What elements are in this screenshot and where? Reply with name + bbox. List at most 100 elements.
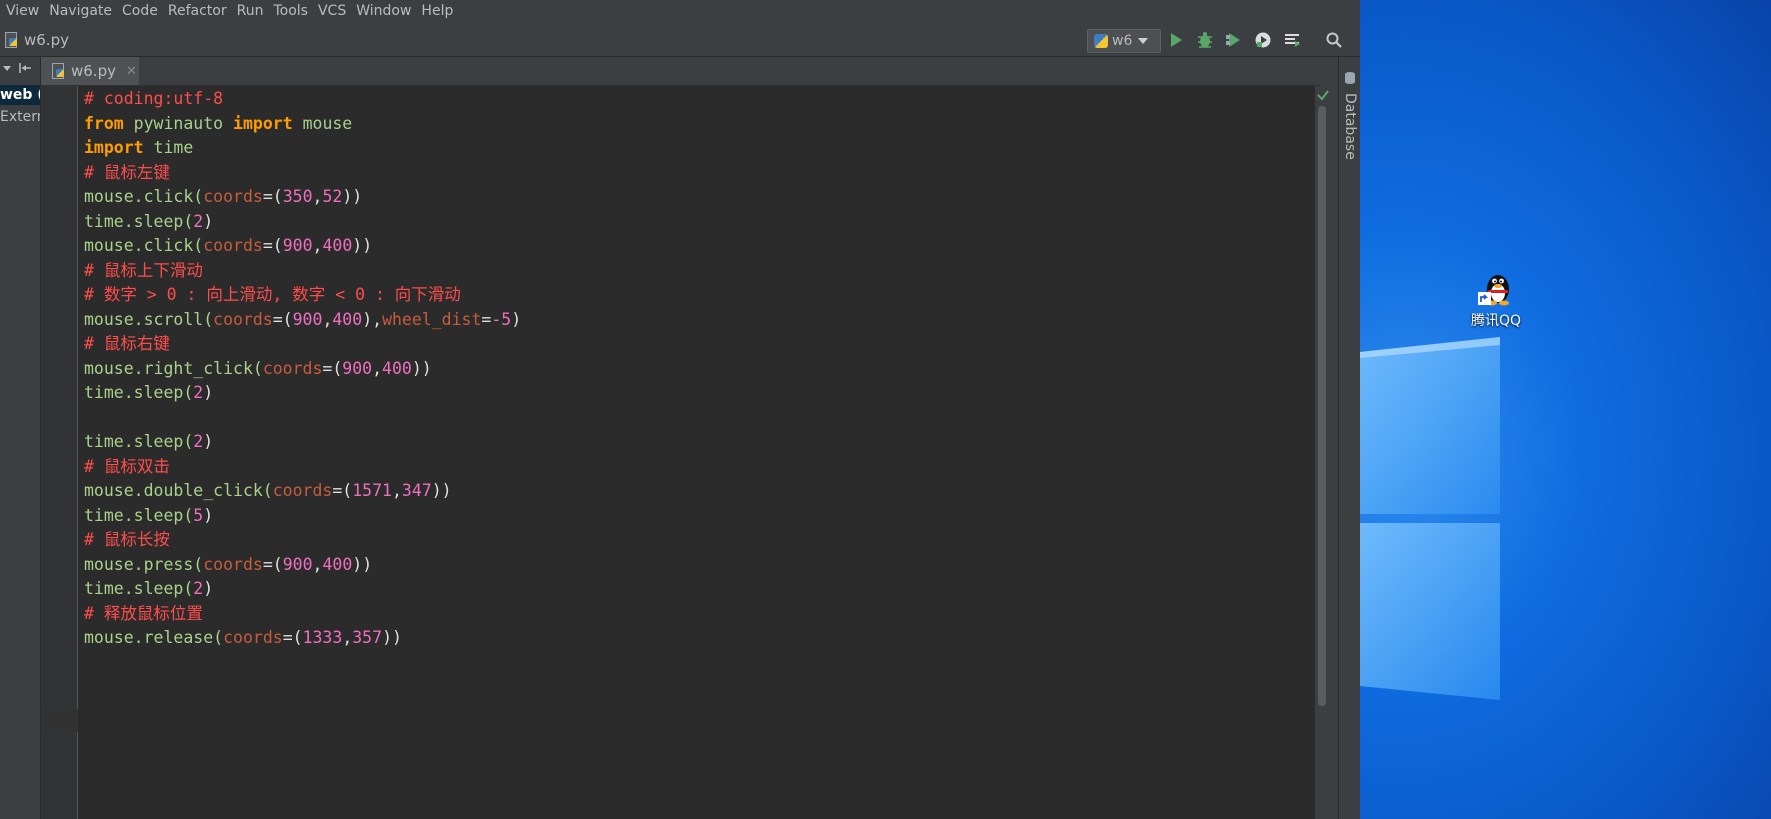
code-token: ) [203, 505, 214, 525]
code-token: -5 [491, 309, 512, 329]
run-config-label: w6 [1112, 33, 1133, 49]
code-token: mouse.release( [84, 628, 224, 647]
code-token: time [143, 138, 194, 157]
code-line: time.sleep(2) [84, 430, 521, 455]
code-line: mouse.scroll(coords=(900,400),wheel_dist… [84, 308, 521, 333]
menu-code[interactable]: Code [117, 1, 163, 21]
code-token: 357 [352, 628, 383, 647]
code-line: mouse.click(coords=(900,400)) [84, 234, 521, 259]
code-line: time.sleep(2) [84, 210, 521, 235]
debug-icon[interactable] [1195, 30, 1215, 50]
code-line: ​ [84, 406, 521, 431]
code-line: time.sleep(5) [84, 504, 521, 529]
code-token: # 鼠标长按 [84, 530, 170, 549]
code-token: time.sleep( [84, 432, 194, 451]
menu-refactor[interactable]: Refactor [163, 1, 232, 21]
code-token: time.sleep( [84, 383, 194, 402]
code-token: from [84, 113, 124, 133]
tab-w6-py[interactable]: w6.py ✕ [41, 57, 139, 85]
editor-scrollbar[interactable] [1315, 86, 1329, 819]
python-file-icon [51, 63, 65, 79]
code-token: # 释放鼠标位置 [84, 603, 203, 623]
database-tool-button[interactable]: Database [1342, 93, 1358, 160]
concurrency-diagram-icon[interactable] [1282, 30, 1302, 50]
menu-vcs[interactable]: VCS [313, 1, 351, 21]
code-token: 1571 [352, 481, 392, 500]
code-line: time.sleep(2) [84, 381, 521, 406]
code-token: )) [342, 187, 363, 206]
project-toolbar [0, 57, 40, 79]
windows-desktop: 腾讯QQ [1360, 0, 1771, 819]
external-libraries-item[interactable]: Extern [0, 107, 40, 127]
code-token: 900 [282, 554, 313, 574]
code-token: # 鼠标上下滑动 [84, 260, 203, 280]
editor-tab-bar: w6.py ✕ [41, 57, 1321, 86]
code-line: from pywinauto import mouse [84, 112, 521, 137]
qq-penguin-icon [1478, 275, 1509, 306]
caret-down-icon[interactable] [2, 63, 12, 73]
code-token: 900 [342, 358, 373, 378]
code-line: # 鼠标右键 [84, 332, 521, 357]
right-tool-strip: Database [1338, 57, 1360, 819]
menu-help[interactable]: Help [416, 1, 458, 21]
code-token: , [342, 628, 353, 647]
python-file-icon [4, 32, 18, 48]
code-token: 400 [322, 554, 353, 574]
run-configuration-select[interactable]: w6 [1087, 29, 1161, 53]
code-token: mouse.right_click( [84, 358, 263, 378]
code-token: )) [352, 236, 373, 255]
code-token: )) [382, 628, 402, 647]
menu-bar: View Navigate Code Refactor Run Tools VC… [0, 0, 1360, 22]
code-line: # 鼠标左键 [84, 161, 521, 186]
code-token: pywinauto [123, 113, 234, 133]
code-token: )) [411, 358, 432, 378]
code-token: coords [203, 236, 263, 255]
code-token: =( [262, 236, 283, 255]
qq-desktop-shortcut[interactable]: 腾讯QQ [1456, 268, 1536, 330]
scrollbar-thumb[interactable] [1318, 106, 1326, 706]
code-token: wheel_dist [382, 309, 482, 329]
code-token: coords [213, 309, 273, 329]
menu-navigate[interactable]: Navigate [44, 1, 117, 21]
close-icon[interactable]: ✕ [126, 64, 137, 79]
menu-view[interactable]: View [0, 1, 44, 21]
collapse-all-icon[interactable] [18, 62, 32, 74]
code-token: 1333 [302, 628, 343, 647]
tab-label: w6.py [71, 62, 116, 80]
menu-window[interactable]: Window [351, 1, 416, 21]
code-token: =( [282, 628, 303, 647]
code-token: mouse.double_click( [84, 481, 273, 500]
code-token: ) [511, 309, 522, 329]
code-token: 347 [401, 481, 432, 500]
code-token: =( [322, 358, 343, 378]
code-token: )) [431, 481, 452, 500]
code-token: 900 [292, 309, 323, 329]
search-everywhere-icon[interactable] [1324, 30, 1344, 50]
code-line: mouse.double_click(coords=(1571,347)) [84, 479, 521, 504]
code-token: )) [352, 554, 373, 574]
code-token: ) [203, 579, 214, 598]
code-token: , [312, 554, 323, 574]
code-line: # 鼠标双击 [84, 455, 521, 480]
project-root-item[interactable]: web ( [0, 85, 40, 105]
run-with-coverage-icon[interactable] [1224, 30, 1244, 50]
code-token: =( [272, 309, 293, 329]
code-editor[interactable]: # coding:utf-8 from pywinauto import mous… [78, 86, 1315, 819]
code-line: mouse.click(coords=(350,52)) [84, 185, 521, 210]
code-token: =( [332, 481, 353, 500]
code-token: mouse.press( [84, 554, 204, 574]
code-token: mouse.scroll( [84, 309, 214, 329]
code-token: 400 [382, 358, 412, 378]
profile-icon[interactable] [1253, 30, 1273, 50]
code-token: , [322, 309, 333, 329]
menu-run[interactable]: Run [232, 1, 269, 21]
run-icon[interactable] [1166, 30, 1186, 50]
inspection-ok-icon[interactable] [1316, 88, 1330, 102]
code-line: # 鼠标上下滑动 [84, 259, 521, 284]
navigation-bar: w6.py w6 [0, 24, 1360, 57]
menu-tools[interactable]: Tools [268, 1, 313, 21]
nav-breadcrumb-file[interactable]: w6.py [4, 31, 69, 49]
code-line: # 鼠标长按 [84, 528, 521, 553]
code-token: coords [203, 554, 263, 574]
code-token: 2 [193, 432, 204, 451]
